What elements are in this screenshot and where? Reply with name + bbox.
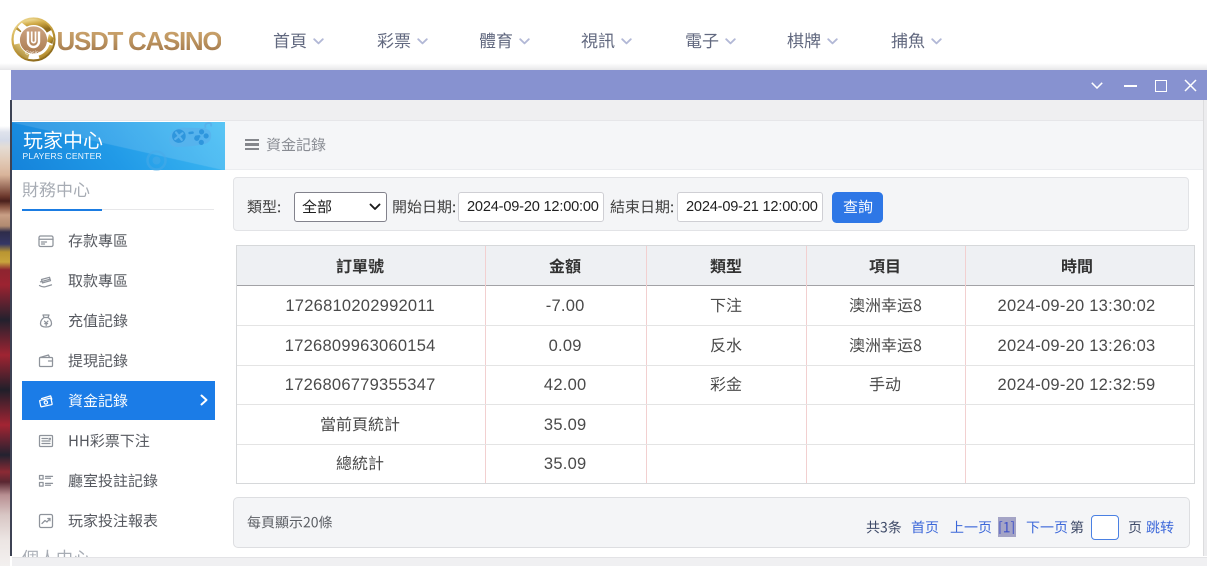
svg-text:Casino: Casino bbox=[25, 51, 42, 57]
